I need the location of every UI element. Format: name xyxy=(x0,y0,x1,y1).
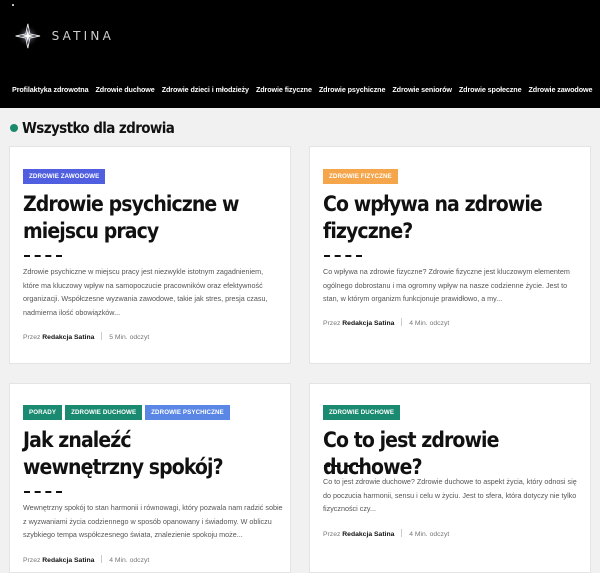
nav-item[interactable]: Zdrowie seniorów xyxy=(392,85,452,94)
title-divider xyxy=(24,491,62,493)
read-time: 4 Min. odczyt xyxy=(409,531,450,538)
post-excerpt: Wewnętrzny spokój to stan harmonii i rów… xyxy=(23,503,283,539)
section-title: Wszystko dla zdrowia xyxy=(22,119,175,137)
title-divider xyxy=(324,465,362,467)
main-nav: Profilaktyka zdrowotna Zdrowie duchowe Z… xyxy=(12,85,593,94)
post-card: Zdrowie zawodowe Zdrowie psychiczne w mi… xyxy=(9,146,291,364)
post-title[interactable]: Co wpływa na zdrowie fizyczne? xyxy=(323,191,553,245)
post-card: Zdrowie duchowe Co to jest zdrowie ducho… xyxy=(309,383,591,573)
post-tags: Zdrowie duchowe xyxy=(323,405,401,420)
post-excerpt: Zdrowie psychiczne w miejscu pracy jest … xyxy=(23,267,268,317)
post-meta: Przez Redakcja Satina 4 Min. odczyt xyxy=(323,529,449,538)
post-title[interactable]: Zdrowie psychiczne w miejscu pracy xyxy=(23,191,283,245)
author-link[interactable]: Redakcja Satina xyxy=(342,531,394,538)
read-time: 5 Min. odczyt xyxy=(109,334,150,341)
by-label: Przez xyxy=(323,320,341,327)
post-title[interactable]: Jak znaleźć wewnętrzny spokój? xyxy=(23,427,253,481)
nav-item[interactable]: Zdrowie fizyczne xyxy=(256,85,312,94)
nav-item[interactable]: Profilaktyka zdrowotna xyxy=(12,85,89,94)
category-tag[interactable]: Zdrowie fizyczne xyxy=(323,169,398,184)
nav-item[interactable]: Zdrowie duchowe xyxy=(95,85,154,94)
category-tag[interactable]: Zdrowie duchowe xyxy=(323,405,401,420)
meta-separator xyxy=(101,332,103,340)
post-excerpt: Co wpływa na zdrowie fizyczne? Zdrowie f… xyxy=(323,267,570,303)
category-tag[interactable]: Porady xyxy=(23,405,63,420)
post-card: Porady Zdrowie duchowe Zdrowie psychiczn… xyxy=(9,383,291,573)
read-time: 4 Min. odczyt xyxy=(409,320,450,327)
nav-item[interactable]: Zdrowie dzieci i młodzieży xyxy=(162,85,249,94)
title-divider xyxy=(24,255,62,257)
nav-item[interactable]: Zdrowie społeczne xyxy=(459,85,522,94)
site-logo[interactable]: SATINA xyxy=(14,18,114,54)
post-card: Zdrowie fizyczne Co wpływa na zdrowie fi… xyxy=(309,146,591,364)
post-meta: Przez Redakcja Satina 4 Min. odczyt xyxy=(323,318,449,327)
section-heading: Wszystko dla zdrowia xyxy=(10,119,175,137)
section-dot-icon xyxy=(10,124,18,132)
category-tag[interactable]: Zdrowie zawodowe xyxy=(23,169,106,184)
by-label: Przez xyxy=(23,334,41,341)
post-tags: Zdrowie fizyczne xyxy=(323,169,398,184)
logo-text: SATINA xyxy=(51,29,114,43)
title-divider xyxy=(324,255,362,257)
meta-separator xyxy=(401,318,403,326)
header-dot xyxy=(12,4,14,6)
meta-separator xyxy=(101,555,103,563)
category-tag[interactable]: Zdrowie psychiczne xyxy=(145,405,230,420)
post-excerpt: Co to jest zdrowie duchowe? Zdrowie duch… xyxy=(323,477,577,513)
site-header: SATINA Profilaktyka zdrowotna Zdrowie du… xyxy=(0,0,600,108)
post-meta: Przez Redakcja Satina 5 Min. odczyt xyxy=(23,332,149,341)
author-link[interactable]: Redakcja Satina xyxy=(342,320,394,327)
read-time: 4 Min. odczyt xyxy=(109,557,150,564)
meta-separator xyxy=(401,529,403,537)
author-link[interactable]: Redakcja Satina xyxy=(42,557,94,564)
star-logo-icon xyxy=(15,23,41,49)
post-tags: Porady Zdrowie duchowe Zdrowie psychiczn… xyxy=(23,405,230,420)
by-label: Przez xyxy=(23,557,41,564)
by-label: Przez xyxy=(323,531,341,538)
post-title[interactable]: Co to jest zdrowie duchowe? xyxy=(323,427,593,481)
author-link[interactable]: Redakcja Satina xyxy=(42,334,94,341)
category-tag[interactable]: Zdrowie duchowe xyxy=(65,405,143,420)
nav-item[interactable]: Zdrowie zawodowe xyxy=(529,85,593,94)
post-tags: Zdrowie zawodowe xyxy=(23,169,106,184)
nav-item[interactable]: Zdrowie psychiczne xyxy=(319,85,386,94)
